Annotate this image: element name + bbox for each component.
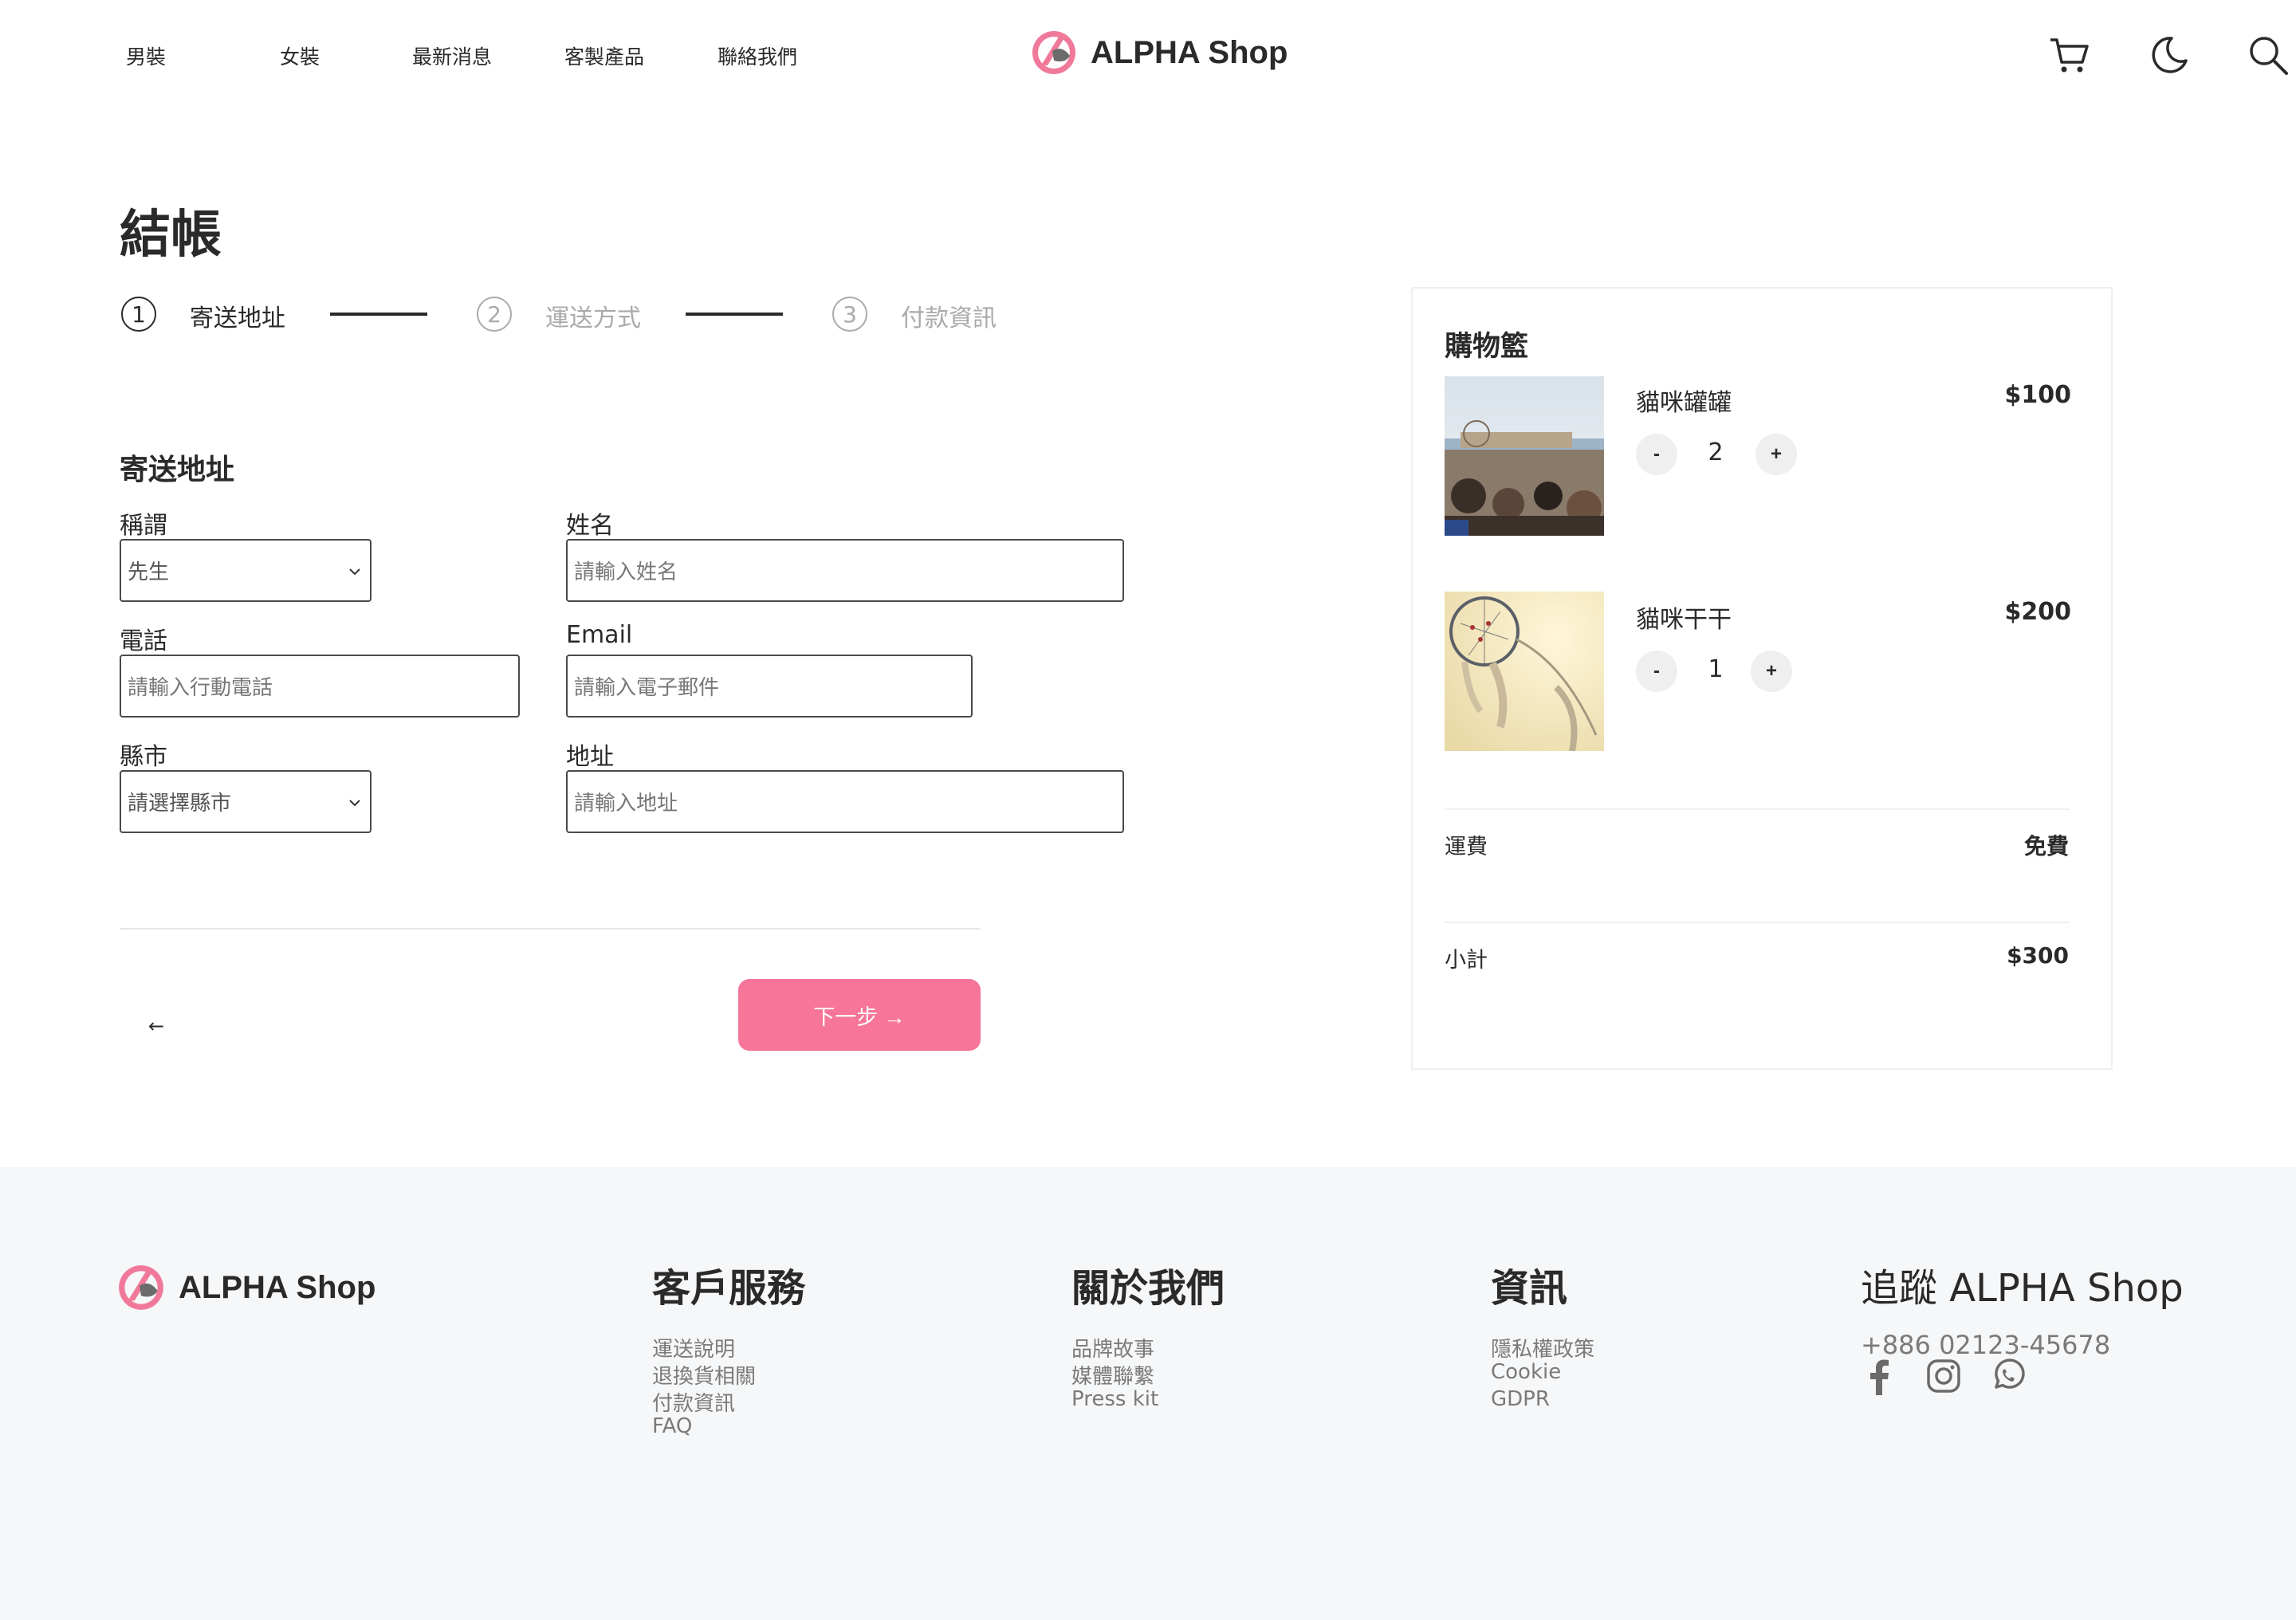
phone-label: 電話 xyxy=(120,627,167,655)
nav-item-women[interactable]: 女裝 xyxy=(280,41,320,70)
footer-link[interactable]: 退換貨相關 xyxy=(652,1360,756,1390)
cart-divider xyxy=(1445,922,2070,923)
product-name: 貓咪罐罐 xyxy=(1636,389,1732,417)
product-name: 貓咪干干 xyxy=(1636,606,1732,634)
chevron-down-icon xyxy=(349,800,360,807)
shipping-label: 運費 xyxy=(1445,835,1488,859)
footer-link[interactable]: Press kit xyxy=(1071,1387,1158,1411)
name-input[interactable]: 請輸入姓名 xyxy=(566,539,1124,602)
step-3-label: 付款資訊 xyxy=(901,305,997,332)
moon-icon[interactable] xyxy=(2148,33,2191,77)
increase-quantity-button[interactable]: + xyxy=(1751,651,1792,692)
decrease-quantity-button[interactable]: - xyxy=(1636,651,1677,692)
cart-icon[interactable] xyxy=(2047,33,2090,77)
nav-item-news[interactable]: 最新消息 xyxy=(412,41,492,70)
name-placeholder: 請輸入姓名 xyxy=(574,560,678,584)
instagram-icon[interactable] xyxy=(1926,1359,1961,1394)
address-label: 地址 xyxy=(566,743,614,771)
nav-item-custom[interactable]: 客製產品 xyxy=(564,41,644,70)
salutation-select[interactable]: 先生 xyxy=(120,539,372,602)
city-select[interactable]: 請選擇縣市 xyxy=(120,770,372,833)
email-input[interactable]: 請輸入電子郵件 xyxy=(566,655,973,718)
product-image xyxy=(1445,592,1604,751)
address-input[interactable]: 請輸入地址 xyxy=(566,770,1124,833)
footer-link[interactable]: 運送說明 xyxy=(652,1333,735,1362)
step-connector xyxy=(686,313,783,316)
footer-heading-about: 關於我們 xyxy=(1071,1266,1225,1311)
page-title: 結帳 xyxy=(120,206,222,265)
step-2-number: 2 xyxy=(477,297,512,332)
footer-logo[interactable]: ALPHA Shop xyxy=(116,1263,375,1312)
subtotal-label: 小計 xyxy=(1445,948,1488,973)
step-1-label: 寄送地址 xyxy=(190,305,285,332)
shipping-value: 免費 xyxy=(2023,833,2069,859)
brand-name: ALPHA Shop xyxy=(1091,34,1288,70)
footer-link[interactable]: GDPR xyxy=(1491,1387,1550,1411)
step-connector xyxy=(330,313,427,316)
city-label: 縣市 xyxy=(120,743,167,771)
header-logo[interactable]: ALPHA Shop xyxy=(1030,29,1288,77)
quantity-value: 2 xyxy=(1708,438,1724,466)
alpha-logo-icon xyxy=(1032,31,1075,74)
footer-link[interactable]: 隱私權政策 xyxy=(1491,1333,1594,1362)
phone-input[interactable]: 請輸入行動電話 xyxy=(120,655,520,718)
step-3-number: 3 xyxy=(832,297,867,332)
footer-phone: +886 02123-45678 xyxy=(1861,1330,2111,1360)
product-price: $200 xyxy=(2004,598,2072,626)
name-label: 姓名 xyxy=(566,512,614,540)
city-value: 請選擇縣市 xyxy=(128,792,232,816)
nav-item-men[interactable]: 男裝 xyxy=(126,41,166,70)
footer-link[interactable]: Cookie xyxy=(1491,1360,1561,1384)
search-icon[interactable] xyxy=(2247,33,2290,77)
footer-link[interactable]: 媒體聯繫 xyxy=(1071,1360,1154,1390)
next-step-button[interactable]: 下一步 → xyxy=(738,979,981,1051)
salutation-label: 稱謂 xyxy=(120,512,167,540)
address-placeholder: 請輸入地址 xyxy=(574,792,678,816)
footer-heading-follow: 追蹤 ALPHA Shop xyxy=(1861,1266,2184,1311)
step-2-label: 運送方式 xyxy=(545,305,641,332)
decrease-quantity-button[interactable]: - xyxy=(1636,434,1677,475)
subtotal-value: $300 xyxy=(2007,942,2069,969)
footer-link[interactable]: 品牌故事 xyxy=(1071,1333,1154,1362)
section-title: 寄送地址 xyxy=(120,454,235,486)
facebook-icon[interactable] xyxy=(1869,1359,1889,1395)
phone-placeholder: 請輸入行動電話 xyxy=(128,676,273,700)
back-button[interactable]: ← xyxy=(148,1015,164,1037)
cart-divider xyxy=(1445,808,2070,810)
alpha-logo-icon xyxy=(119,1265,163,1310)
footer-link[interactable]: FAQ xyxy=(652,1414,692,1438)
chevron-down-icon xyxy=(349,568,360,576)
footer-link[interactable]: 付款資訊 xyxy=(652,1387,735,1417)
footer-brand-name: ALPHA Shop xyxy=(179,1269,376,1305)
email-placeholder: 請輸入電子郵件 xyxy=(574,676,720,700)
footer-heading-service: 客戶服務 xyxy=(652,1266,806,1311)
step-1-number: 1 xyxy=(121,297,156,332)
email-label: Email xyxy=(566,621,633,649)
footer-heading-info: 資訊 xyxy=(1491,1266,1568,1311)
product-price: $100 xyxy=(2004,381,2072,409)
cart-title: 購物籃 xyxy=(1445,331,1529,363)
nav-item-contact[interactable]: 聯絡我們 xyxy=(718,41,797,70)
salutation-value: 先生 xyxy=(128,560,170,584)
product-image xyxy=(1445,376,1604,536)
whatsapp-icon[interactable] xyxy=(1990,1359,2025,1394)
quantity-value: 1 xyxy=(1708,655,1724,683)
increase-quantity-button[interactable]: + xyxy=(1755,434,1797,475)
form-divider xyxy=(120,928,981,930)
